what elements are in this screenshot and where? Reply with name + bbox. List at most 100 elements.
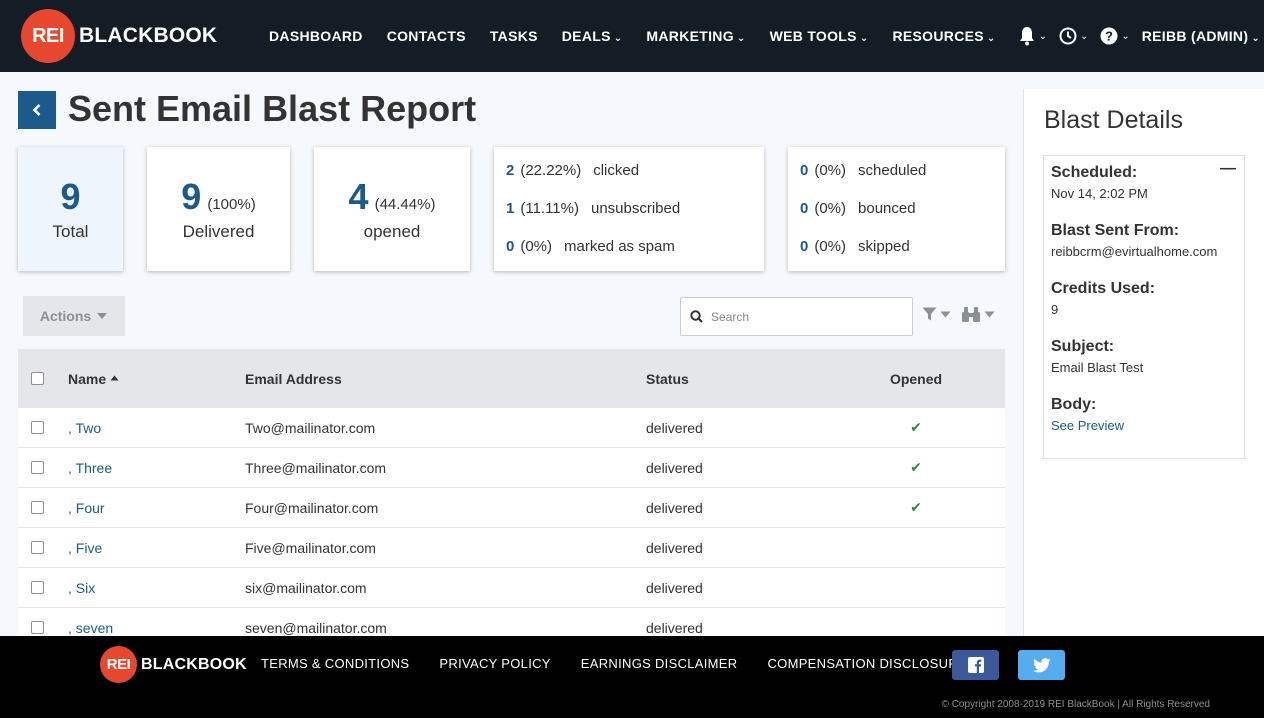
status-cell: delivered <box>646 459 703 476</box>
row-checkbox[interactable] <box>31 421 44 434</box>
stat-pct: (0%) <box>520 238 553 255</box>
nav-contacts[interactable]: CONTACTS <box>387 28 466 44</box>
row-checkbox[interactable] <box>31 581 44 594</box>
checkmark-icon: ✔ <box>910 459 922 475</box>
opened-label: opened <box>363 222 421 241</box>
stat-bounced: 0 (0%) bounced <box>788 190 1005 228</box>
stat-value: 2 <box>506 162 515 179</box>
chevron-left-icon <box>32 104 41 116</box>
stat-unsubscribed: 1 (11.11%) unsubscribed <box>494 190 764 228</box>
nav-marketing[interactable]: MARKETING ⌄ <box>646 28 745 44</box>
clock-icon <box>1059 27 1077 45</box>
stat-scheduled: 0 (0%) scheduled <box>788 152 1005 190</box>
history-dropdown[interactable]: ⌄ <box>1059 27 1088 45</box>
nav-web-tools[interactable]: WEB TOOLS ⌄ <box>770 28 869 44</box>
compensation-disclosure-link[interactable]: COMPENSATION DISCLOSURE <box>767 656 967 671</box>
stat-label: unsubscribed <box>590 200 681 217</box>
column-header-email[interactable]: Email Address <box>245 371 342 387</box>
row-checkbox[interactable] <box>31 501 44 514</box>
advanced-search-button[interactable] <box>961 306 995 323</box>
search-box[interactable] <box>680 297 913 336</box>
chevron-down-icon: ⌄ <box>986 33 996 44</box>
status-cell: delivered <box>646 539 703 556</box>
logo-wordmark: BLACKBOOK <box>141 655 247 673</box>
stat-pct: (0%) <box>814 200 847 217</box>
stat-value: 1 <box>506 200 515 217</box>
footer: REI BLACKBOOK TERMS & CONDITIONS PRIVACY… <box>0 636 1264 718</box>
sent-from-value: reibbcrm@evirtualhome.com <box>1051 244 1218 259</box>
caret-down-icon <box>984 311 995 318</box>
email-cell: six@mailinator.com <box>245 579 367 596</box>
footer-links: TERMS & CONDITIONS PRIVACY POLICY EARNIN… <box>261 656 997 671</box>
contact-name-link[interactable]: , Six <box>68 580 95 596</box>
table-row: , Three Three@mailinator.com delivered ✔ <box>18 448 1005 488</box>
engagement-card: 2 (22.22%) clicked 1 (11.11%) unsubscribed 0… <box>494 147 764 271</box>
contact-name-link[interactable]: , Two <box>68 420 101 436</box>
stat-label: skipped <box>858 238 910 255</box>
delivered-card: 9 (100%) Delivered <box>147 147 290 271</box>
collapse-icon[interactable]: — <box>1220 160 1236 178</box>
total-card: 9 Total <box>18 147 123 271</box>
row-checkbox[interactable] <box>31 621 44 634</box>
contact-name-link[interactable]: , Four <box>68 500 105 516</box>
nav-web-tools-label: WEB TOOLS <box>769 28 857 44</box>
issues-card: 0 (0%) scheduled 0 (0%) bounced 0 (0%) skipped <box>788 147 1005 271</box>
email-cell: Two@mailinator.com <box>245 419 376 436</box>
see-preview-link[interactable]: See Preview <box>1051 418 1124 433</box>
opened-pct: (44.44%) <box>374 196 436 213</box>
stat-label: clicked <box>593 162 640 179</box>
caret-down-icon <box>940 311 951 317</box>
select-all-checkbox[interactable] <box>31 372 44 385</box>
stat-pct: (0%) <box>814 238 847 255</box>
contact-name-link[interactable]: , Five <box>68 540 102 556</box>
actions-button[interactable]: Actions <box>23 296 125 336</box>
privacy-link[interactable]: PRIVACY POLICY <box>439 656 550 671</box>
column-header-status[interactable]: Status <box>646 371 689 387</box>
notifications-dropdown[interactable]: ⌄ <box>1018 26 1047 46</box>
status-cell: delivered <box>646 619 703 636</box>
email-cell: seven@mailinator.com <box>245 619 387 636</box>
credits-label: Credits Used: <box>1051 280 1156 297</box>
filter-button[interactable] <box>922 307 951 321</box>
checkmark-icon: ✔ <box>910 419 922 435</box>
user-menu[interactable]: REIBB (ADMIN) ⌄ <box>1142 28 1260 44</box>
brand-logo[interactable]: REI BLACKBOOK <box>21 9 217 63</box>
nav-resources[interactable]: RESOURCES ⌄ <box>893 28 996 44</box>
recipients-table: Name Email Address Status Opened , Two T… <box>18 349 1005 648</box>
column-header-opened[interactable]: Opened <box>866 371 966 387</box>
footer-logo[interactable]: REI BLACKBOOK <box>100 646 247 683</box>
nav-dashboard-label: DASHBOARD <box>269 28 363 44</box>
column-header-name[interactable]: Name <box>68 371 119 387</box>
terms-link[interactable]: TERMS & CONDITIONS <box>261 656 409 671</box>
facebook-button[interactable] <box>952 650 999 680</box>
caret-down-icon <box>97 313 108 319</box>
twitter-button[interactable] <box>1018 650 1065 680</box>
stat-label: bounced <box>858 200 916 217</box>
help-icon: ? <box>1100 27 1118 45</box>
blast-details-title: Blast Details <box>1044 106 1183 134</box>
status-cell: delivered <box>646 419 703 436</box>
nav-dashboard[interactable]: DASHBOARD <box>269 28 363 44</box>
row-checkbox[interactable] <box>31 541 44 554</box>
email-cell: Four@mailinator.com <box>245 499 379 516</box>
nav-deals[interactable]: DEALS ⌄ <box>562 28 623 44</box>
chevron-down-icon: ⌄ <box>613 33 623 44</box>
help-dropdown[interactable]: ? ⌄ <box>1100 27 1130 45</box>
nav-resources-label: RESOURCES <box>892 28 984 44</box>
back-button[interactable] <box>18 91 56 129</box>
table-row: , Two Two@mailinator.com delivered ✔ <box>18 408 1005 448</box>
delivered-value: 9 <box>181 176 202 217</box>
contact-name-link[interactable]: , seven <box>68 620 113 636</box>
row-checkbox[interactable] <box>31 461 44 474</box>
earnings-disclaimer-link[interactable]: EARNINGS DISCLAIMER <box>581 656 738 671</box>
logo-wordmark: BLACKBOOK <box>79 24 218 47</box>
sent-from-label: Blast Sent From: <box>1051 222 1180 239</box>
sort-asc-icon <box>110 375 119 380</box>
opened-cell: ✔ <box>866 419 966 436</box>
blast-details-box: — Scheduled: Nov 14, 2:02 PM Blast Sent … <box>1043 155 1245 459</box>
nav-tasks-label: TASKS <box>489 28 538 44</box>
nav-tasks[interactable]: TASKS <box>490 28 538 44</box>
contact-name-link[interactable]: , Three <box>68 460 112 476</box>
total-label: Total <box>52 222 89 241</box>
search-input[interactable] <box>711 309 901 324</box>
